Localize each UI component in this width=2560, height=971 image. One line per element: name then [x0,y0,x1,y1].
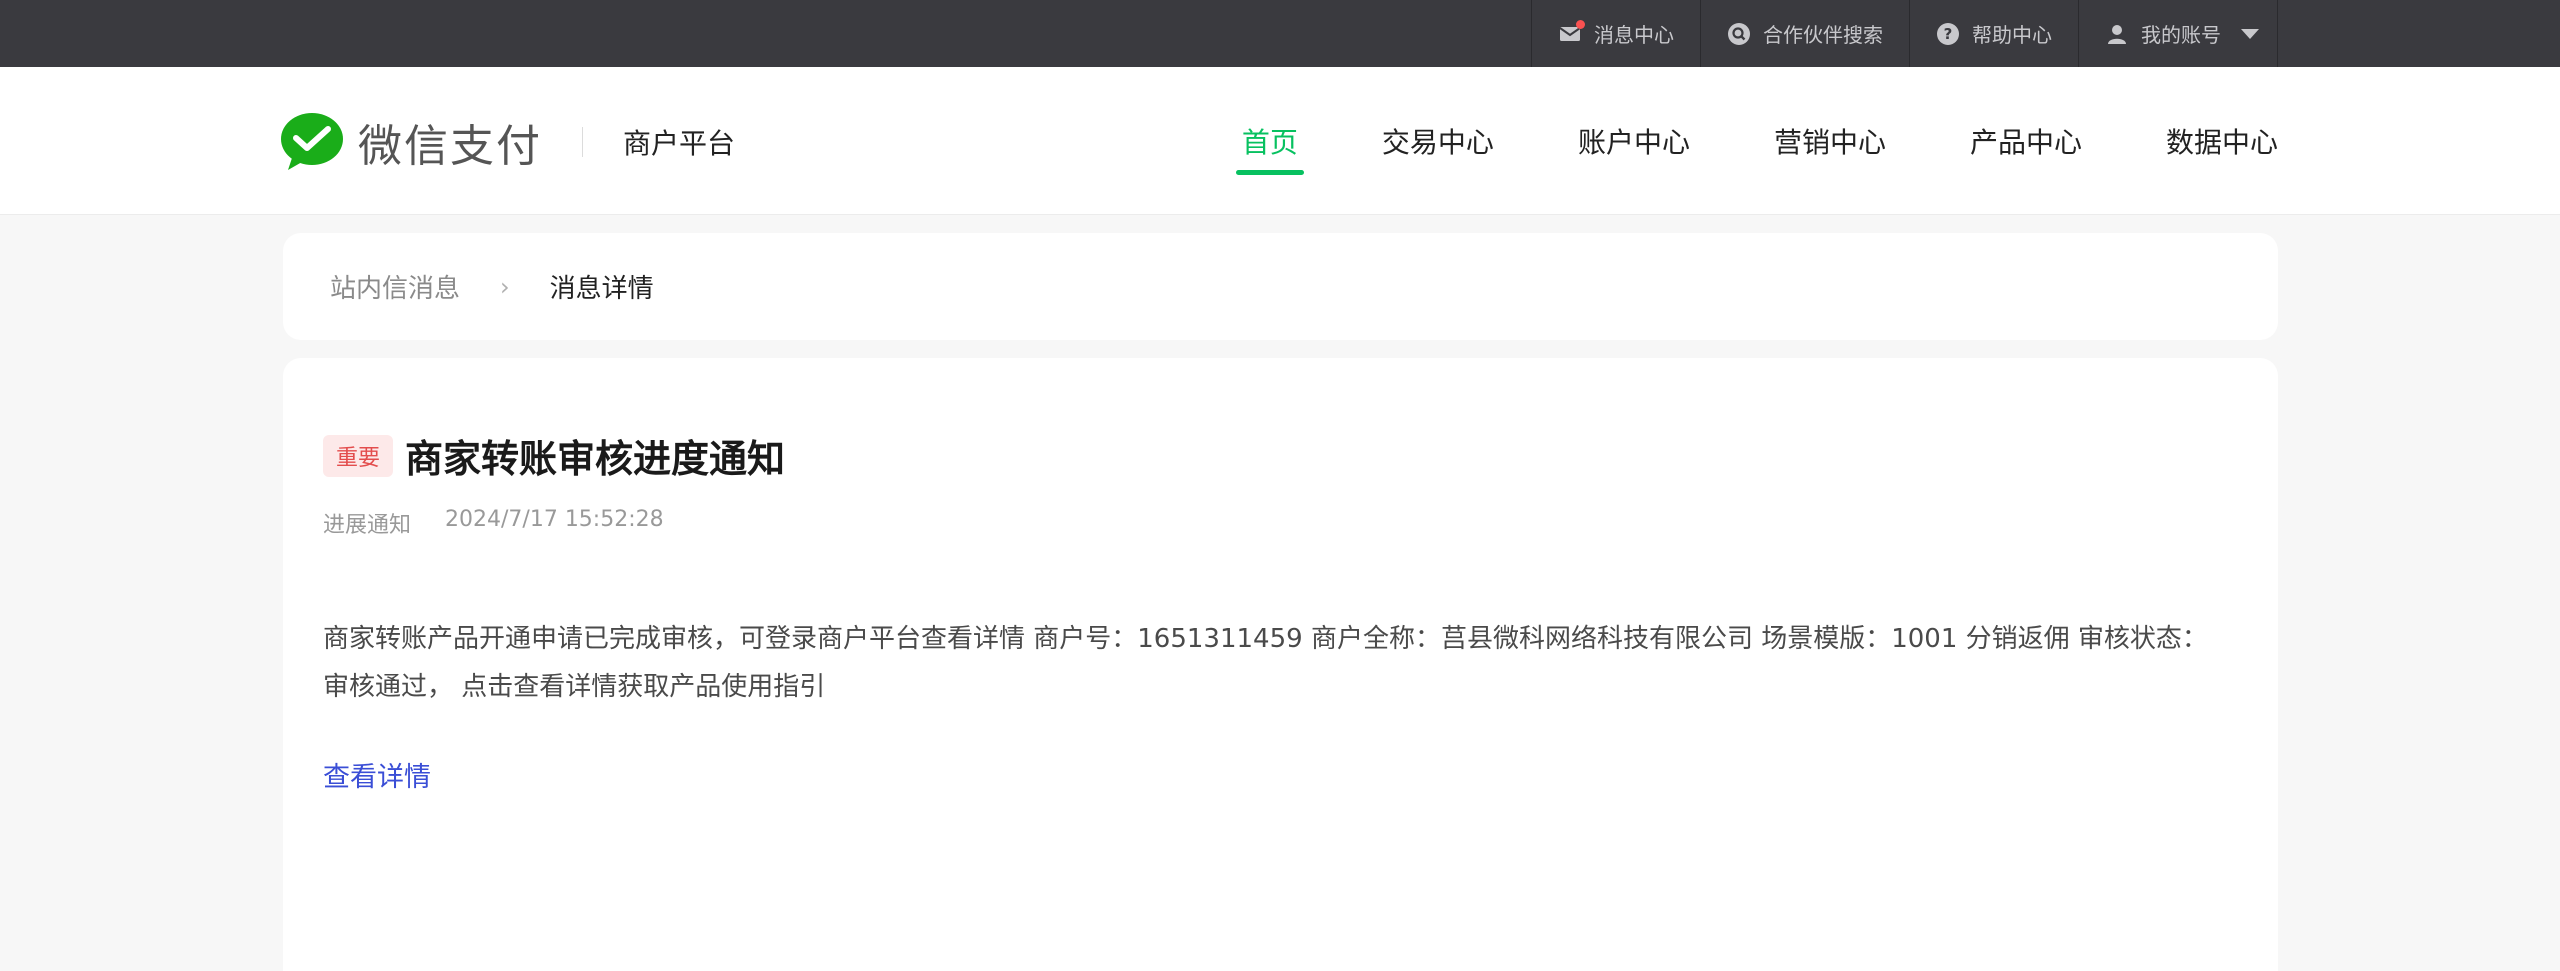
logo-divider [582,127,583,157]
wechat-pay-logo[interactable]: 微信支付 商户平台 [280,110,735,174]
main-nav: 首页 交易中心 账户中心 营销中心 产品中心 数据中心 [1158,67,2278,215]
main-header: 微信支付 商户平台 首页 交易中心 账户中心 营销中心 产品中心 数据中心 [0,67,2560,215]
breadcrumb-parent-link[interactable]: 站内信消息 [330,268,460,305]
my-account-menu[interactable]: 我的账号 [2078,0,2278,67]
nav-product-center[interactable]: 产品中心 [1886,67,2082,215]
top-utility-bar: 消息中心 合作伙伴搜索 ? 帮助中心 我的账号 [0,0,2560,67]
help-icon: ? [1936,22,1960,46]
chevron-down-icon [2241,28,2259,39]
message-title-row: 重要 商家转账审核进度通知 [323,428,2238,483]
unread-dot [1576,19,1585,29]
partner-search-label: 合作伙伴搜索 [1763,23,1883,47]
view-details-link[interactable]: 查看详情 [323,755,431,794]
logo-subtitle: 商户平台 [623,127,736,160]
nav-trade-center[interactable]: 交易中心 [1298,67,1494,215]
message-title: 商家转账审核进度通知 [405,437,786,481]
my-account-label: 我的账号 [2141,23,2221,47]
help-center-label: 帮助中心 [1972,23,2052,47]
wechat-pay-logo-icon [281,113,343,170]
help-center-link[interactable]: ? 帮助中心 [1909,0,2078,67]
partner-search-link[interactable]: 合作伙伴搜索 [1700,0,1909,67]
breadcrumb-current: 消息详情 [549,274,654,304]
nav-data-center[interactable]: 数据中心 [2082,67,2278,215]
message-category: 进展通知 [323,513,412,538]
message-detail-card: 重要 商家转账审核进度通知 进展通知 2024/7/17 15:52:28 商家… [283,358,2278,971]
breadcrumb: 站内信消息 › 消息详情 [283,233,2278,340]
message-body: 商家转账产品开通申请已完成审核，可登录商户平台查看详情 商户号：16513114… [323,624,2208,702]
message-center-link[interactable]: 消息中心 [1531,0,1700,67]
chevron-right-icon: › [500,272,510,301]
mail-icon [1558,19,1585,46]
svg-text:?: ? [1944,25,1953,43]
user-icon [2105,22,2129,46]
search-icon [1727,22,1751,46]
logo-text: 微信支付 [358,121,542,172]
nav-marketing-center[interactable]: 营销中心 [1690,67,1886,215]
message-center-label: 消息中心 [1594,23,1674,47]
message-meta: 进展通知 2024/7/17 15:52:28 [323,507,2238,539]
nav-home[interactable]: 首页 [1158,67,1304,215]
message-timestamp: 2024/7/17 15:52:28 [445,507,664,532]
importance-badge: 重要 [323,434,394,477]
nav-account-center[interactable]: 账户中心 [1494,67,1690,215]
